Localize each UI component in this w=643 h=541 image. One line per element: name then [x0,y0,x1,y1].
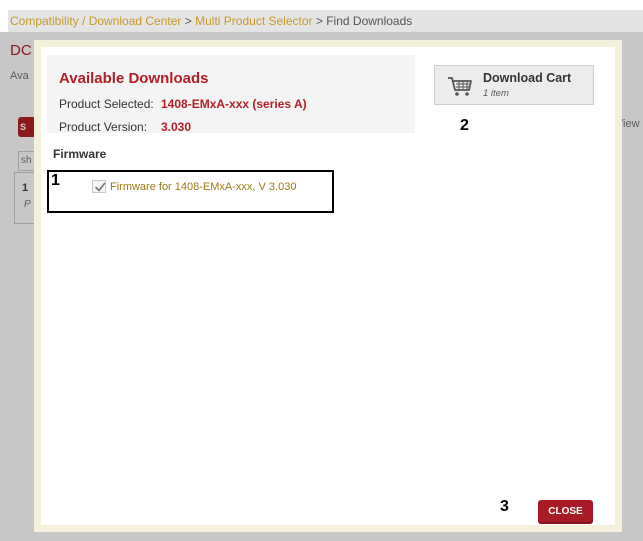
breadcrumb-link-multi-product-selector[interactable]: Multi Product Selector [195,14,312,28]
modal-content: Available Downloads Product Selected: 140… [41,47,615,525]
callout-number-1: 1 [51,172,60,189]
close-button[interactable]: CLOSE [538,500,593,524]
callout-number-3: 3 [500,498,509,515]
product-selected-row: Product Selected: 1408-EMxA-xxx (series A… [59,97,307,111]
download-cart-count: 1 item [483,88,509,99]
product-info-box: Available Downloads Product Selected: 140… [47,55,415,134]
breadcrumb-current: Find Downloads [326,14,413,28]
modal-title: Available Downloads [59,70,209,87]
product-version-label: Product Version: [59,120,148,134]
product-version-row: Product Version: 3.030 [59,120,191,134]
callout-number-2: 2 [460,117,469,134]
shopping-cart-icon [447,76,473,98]
callout-highlight-box [47,170,334,213]
breadcrumb: Compatibility / Download Center > Multi … [8,10,643,32]
available-downloads-modal: Available Downloads Product Selected: 140… [34,40,622,532]
product-version-value: 3.030 [161,120,192,134]
product-selected-value: 1408-EMxA-xxx (series A) [161,97,307,111]
download-cart-button[interactable]: Download Cart 1 item [434,65,594,105]
product-selected-label: Product Selected: [59,97,154,111]
download-cart-label: Download Cart [483,71,572,85]
firmware-heading: Firmware [53,147,107,161]
breadcrumb-separator: > [184,14,192,28]
breadcrumb-link-compatibility[interactable]: Compatibility / Download Center [10,14,181,28]
breadcrumb-separator: > [315,14,323,28]
